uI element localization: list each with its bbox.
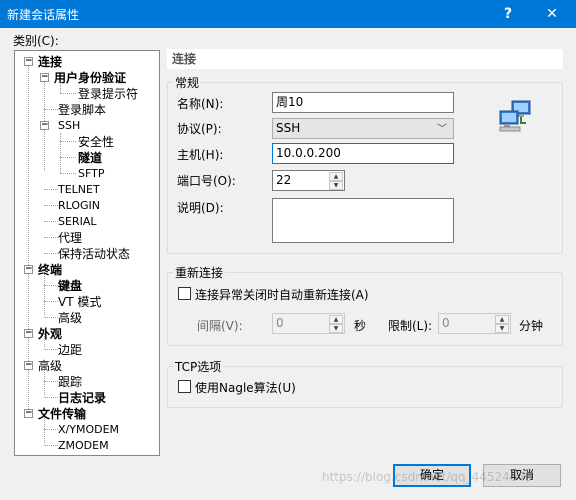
tree-item-terminal-advanced[interactable]: 高级 bbox=[58, 310, 82, 326]
spin-down-icon: ▼ bbox=[329, 324, 343, 333]
host-input[interactable]: 10.0.0.200 bbox=[272, 143, 454, 164]
description-label: 说明(D): bbox=[177, 201, 224, 215]
tree-item-auth[interactable]: 用户身份验证 bbox=[54, 70, 126, 86]
tree-item-keyboard[interactable]: 键盘 bbox=[58, 278, 82, 294]
tree-item-login-prompt[interactable]: 登录提示符 bbox=[78, 86, 138, 102]
tree-item-sftp[interactable]: SFTP bbox=[78, 166, 104, 182]
limit-input: 0 ▲ ▼ bbox=[438, 313, 511, 334]
port-label: 端口号(O): bbox=[177, 174, 236, 188]
reconnect-group bbox=[167, 272, 563, 346]
tree-item-logging[interactable]: 日志记录 bbox=[58, 390, 106, 406]
tree-item-login-script[interactable]: 登录脚本 bbox=[58, 102, 106, 118]
category-tree[interactable]: − − − − − − − 连接 用户身份验证 登录提示符 登录脚本 SSH 安… bbox=[14, 50, 160, 456]
name-input[interactable]: 周10 bbox=[272, 92, 454, 113]
interval-value: 0 bbox=[276, 316, 284, 330]
tree-item-tunnel[interactable]: 隧道 bbox=[78, 150, 102, 166]
tree-item-terminal[interactable]: 终端 bbox=[38, 262, 62, 278]
tree-item-xymodem[interactable]: X/YMODEM bbox=[58, 422, 119, 438]
limit-unit: 分钟 bbox=[519, 319, 544, 333]
ok-button[interactable]: 确定 bbox=[393, 464, 471, 487]
spin-down-icon: ▼ bbox=[495, 324, 509, 333]
tree-item-proxy[interactable]: 代理 bbox=[58, 230, 82, 246]
close-button[interactable]: ✕ bbox=[532, 0, 572, 28]
tree-item-file-transfer[interactable]: 文件传输 bbox=[38, 406, 86, 422]
tree-item-trace[interactable]: 跟踪 bbox=[58, 374, 82, 390]
limit-spinner: ▲ ▼ bbox=[495, 315, 509, 333]
nagle-label[interactable]: 使用Nagle算法(U) bbox=[195, 379, 296, 396]
spin-down-icon[interactable]: ▼ bbox=[329, 181, 343, 190]
category-label: 类别(C): bbox=[13, 34, 59, 48]
collapse-icon[interactable]: − bbox=[24, 57, 33, 66]
host-label: 主机(H): bbox=[177, 148, 224, 162]
tcp-group-title: TCP选项 bbox=[173, 358, 224, 375]
collapse-icon[interactable]: − bbox=[24, 329, 33, 338]
tree-item-appearance[interactable]: 外观 bbox=[38, 326, 62, 342]
description-textarea[interactable] bbox=[272, 198, 454, 243]
section-title: 连接 bbox=[167, 49, 563, 69]
tree-item-serial[interactable]: SERIAL bbox=[58, 214, 96, 230]
help-button[interactable]: ? bbox=[488, 0, 528, 28]
interval-unit: 秒 bbox=[354, 319, 367, 333]
nagle-checkbox[interactable] bbox=[178, 380, 191, 393]
tree-item-ssh[interactable]: SSH bbox=[58, 118, 80, 134]
spin-up-icon: ▲ bbox=[329, 315, 343, 324]
chevron-down-icon: ﹀ bbox=[437, 124, 447, 135]
tree-item-connection[interactable]: 连接 bbox=[38, 54, 62, 70]
name-label: 名称(N): bbox=[177, 97, 224, 111]
tree-item-vt-mode[interactable]: VT 模式 bbox=[58, 294, 101, 310]
title-bar: 新建会话属性 ? ✕ bbox=[0, 0, 576, 28]
tree-item-rlogin[interactable]: RLOGIN bbox=[58, 198, 100, 214]
interval-spinner: ▲ ▼ bbox=[329, 315, 343, 333]
collapse-icon[interactable]: − bbox=[24, 409, 33, 418]
tree-item-telnet[interactable]: TELNET bbox=[58, 182, 100, 198]
cancel-button[interactable]: 取消 bbox=[483, 464, 561, 487]
interval-input: 0 ▲ ▼ bbox=[272, 313, 345, 334]
auto-reconnect-checkbox[interactable] bbox=[178, 287, 191, 300]
session-network-icon bbox=[498, 99, 534, 133]
protocol-select-value: SSH bbox=[276, 121, 301, 135]
port-value: 22 bbox=[276, 173, 292, 187]
spin-up-icon: ▲ bbox=[495, 315, 509, 324]
interval-label: 间隔(V): bbox=[197, 319, 243, 333]
collapse-icon[interactable]: − bbox=[24, 361, 33, 370]
tree-item-margins[interactable]: 边距 bbox=[58, 342, 82, 358]
port-spinner[interactable]: ▲ ▼ bbox=[329, 172, 343, 190]
reconnect-group-title: 重新连接 bbox=[173, 264, 226, 281]
spin-up-icon[interactable]: ▲ bbox=[329, 172, 343, 181]
collapse-icon[interactable]: − bbox=[40, 73, 49, 82]
tree-item-security[interactable]: 安全性 bbox=[78, 134, 114, 150]
limit-label: 限制(L): bbox=[388, 319, 433, 333]
protocol-select[interactable]: SSH ﹀ bbox=[272, 118, 454, 139]
general-group-title: 常规 bbox=[173, 74, 202, 91]
protocol-label: 协议(P): bbox=[177, 122, 222, 136]
window-title: 新建会话属性 bbox=[7, 8, 80, 22]
auto-reconnect-label[interactable]: 连接异常关闭时自动重新连接(A) bbox=[195, 286, 369, 303]
collapse-icon[interactable]: − bbox=[24, 265, 33, 274]
port-input[interactable]: 22 ▲ ▼ bbox=[272, 170, 345, 191]
tree-item-keepalive[interactable]: 保持活动状态 bbox=[58, 246, 130, 262]
tree-item-advanced[interactable]: 高级 bbox=[38, 358, 62, 374]
tree-item-zmodem[interactable]: ZMODEM bbox=[58, 438, 109, 454]
limit-value: 0 bbox=[442, 316, 450, 330]
collapse-icon[interactable]: − bbox=[40, 121, 49, 130]
